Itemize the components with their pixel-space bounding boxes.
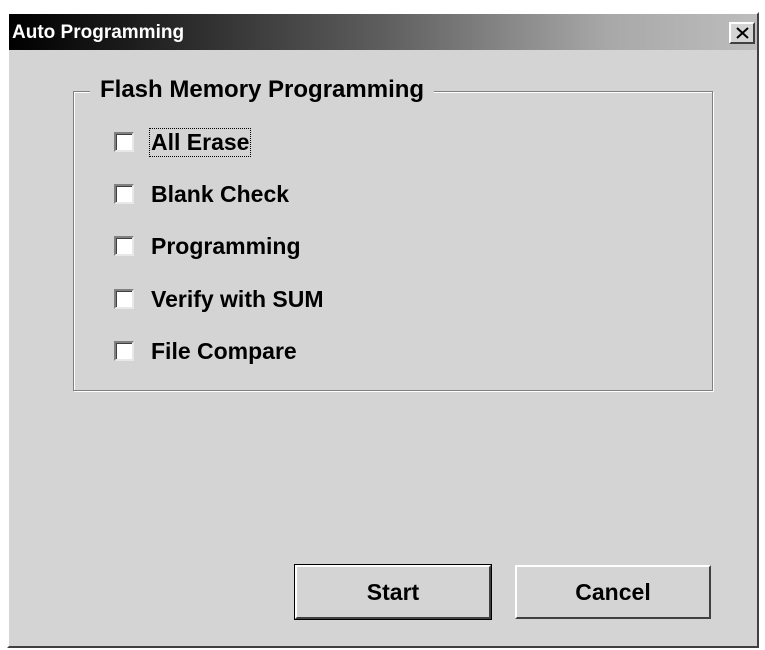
- close-x-icon: [736, 27, 749, 39]
- programming-label[interactable]: Programming: [150, 233, 302, 260]
- group-label: Flash Memory Programming: [90, 76, 435, 104]
- all-erase-checkbox[interactable]: [114, 132, 134, 152]
- blank-check-checkbox[interactable]: [114, 184, 134, 204]
- option-blank-check[interactable]: Blank Check: [114, 179, 290, 209]
- blank-check-label[interactable]: Blank Check: [150, 181, 290, 208]
- option-all-erase[interactable]: All Erase: [114, 127, 252, 157]
- start-button[interactable]: Start: [294, 564, 492, 620]
- option-programming[interactable]: Programming: [114, 231, 302, 261]
- verify-with-sum-checkbox[interactable]: [114, 289, 134, 309]
- option-file-compare[interactable]: File Compare: [114, 336, 298, 366]
- option-verify-with-sum[interactable]: Verify with SUM: [114, 284, 325, 314]
- file-compare-label[interactable]: File Compare: [150, 338, 298, 365]
- close-button[interactable]: [729, 22, 755, 44]
- window-title: Auto Programming: [12, 22, 185, 43]
- file-compare-checkbox[interactable]: [114, 341, 134, 361]
- verify-with-sum-label[interactable]: Verify with SUM: [150, 286, 325, 313]
- programming-checkbox[interactable]: [114, 236, 134, 256]
- cancel-button[interactable]: Cancel: [515, 565, 711, 619]
- all-erase-label[interactable]: All Erase: [148, 127, 252, 157]
- auto-programming-dialog: Auto Programming Flash Memory Programmin…: [7, 12, 759, 648]
- flash-memory-programming-group: Flash Memory Programming All Erase Blank…: [73, 76, 713, 391]
- title-bar[interactable]: Auto Programming: [9, 14, 757, 50]
